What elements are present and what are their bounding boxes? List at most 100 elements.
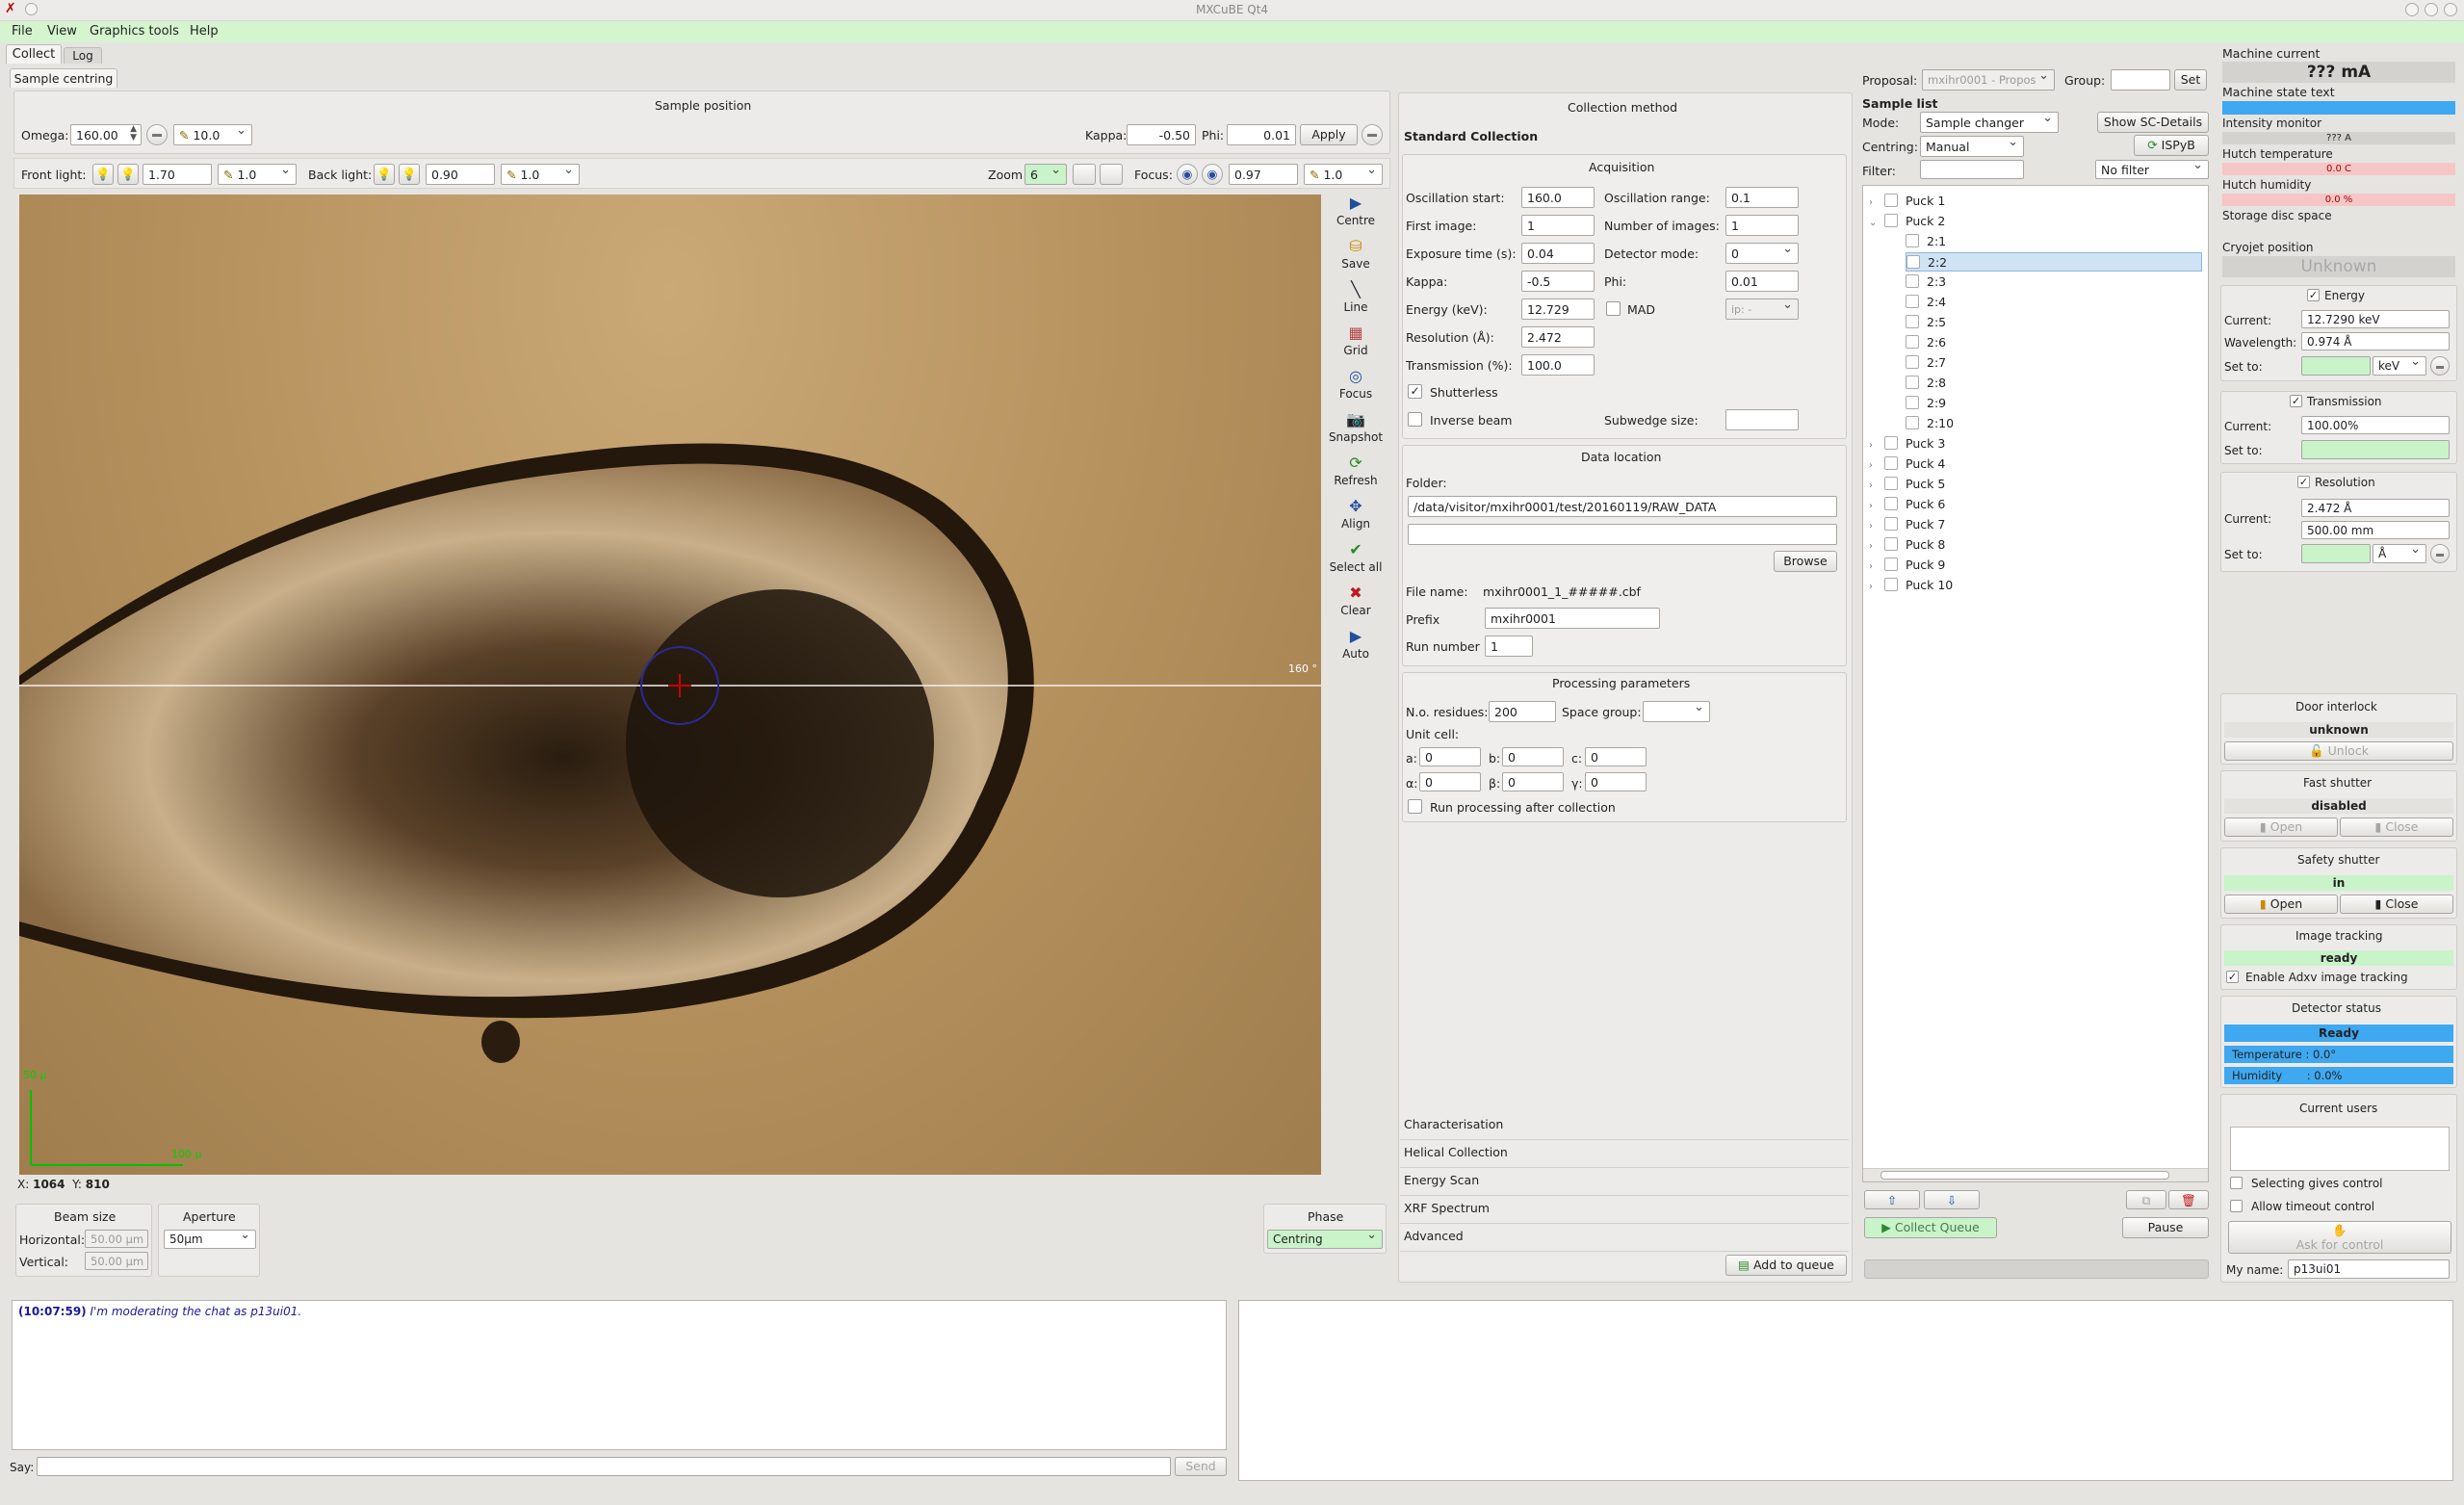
focus-up-button[interactable]: ◉ [1202, 164, 1223, 185]
tree-checkbox[interactable] [1884, 436, 1898, 450]
cell-gamma-input[interactable]: 0 [1585, 772, 1647, 791]
acq-transmission-input[interactable]: 100.0 [1521, 354, 1595, 376]
apply-button[interactable]: Apply [1300, 124, 1358, 145]
tree-row[interactable]: › Puck 5 [1869, 475, 2202, 494]
tree-checkbox[interactable] [1884, 517, 1898, 531]
show-sc-details-button[interactable]: Show SC-Details [2097, 112, 2209, 133]
safety-shutter-open-button[interactable]: ▮ Open [2224, 895, 2338, 914]
expand-arrow-icon[interactable]: › [1869, 578, 1884, 597]
transmission-checkbox[interactable]: ✓ [2290, 395, 2302, 407]
back-light-input[interactable]: 0.90 [426, 164, 495, 185]
trans-set-input[interactable] [2301, 440, 2450, 459]
close-button[interactable] [2444, 3, 2457, 16]
menu-file[interactable]: File [12, 24, 33, 39]
res-set-input[interactable] [2301, 544, 2371, 563]
fast-shutter-close-button[interactable]: ▮ Close [2340, 817, 2453, 837]
zoom-in-button[interactable] [1073, 164, 1096, 185]
omega-stop-button[interactable] [146, 124, 168, 145]
focus-step-select[interactable]: ✎ 1.0 [1304, 164, 1383, 185]
tree-checkbox[interactable] [1884, 477, 1898, 490]
move-up-button[interactable]: ⇧ [1864, 1190, 1920, 1209]
cell-a-input[interactable]: 0 [1419, 747, 1481, 766]
add-to-queue-button[interactable]: ▤ Add to queue [1725, 1255, 1847, 1276]
run-number-input[interactable]: 1 [1485, 636, 1533, 657]
clear-button[interactable]: ✖ Clear [1325, 583, 1387, 625]
front-light-step-select[interactable]: ✎ 1.0 [218, 164, 297, 185]
centring-select[interactable]: Manual [1920, 136, 2024, 157]
fast-shutter-open-button[interactable]: ▮ Open [2224, 817, 2338, 837]
send-button[interactable]: Send [1175, 1457, 1227, 1476]
beam-horizontal-input[interactable]: 50.00 µm [85, 1230, 148, 1248]
tree-row[interactable]: 2:9 [1906, 394, 2202, 413]
timeout-checkbox[interactable] [2230, 1200, 2243, 1212]
mad-select[interactable]: ip: - [1725, 298, 1799, 320]
selecting-checkbox[interactable] [2230, 1177, 2243, 1189]
chat-log[interactable]: (10:07:59) I'm moderating the chat as p1… [12, 1300, 1227, 1450]
method-xrf-spectrum[interactable]: XRF Spectrum [1400, 1197, 1849, 1224]
tree-checkbox[interactable] [1884, 497, 1898, 510]
ispyb-button[interactable]: ⟳ ISPyB [2134, 135, 2209, 156]
menu-graphics-tools[interactable]: Graphics tools [90, 24, 179, 39]
expand-arrow-icon[interactable]: › [1869, 537, 1884, 557]
zoom-select[interactable]: 6 [1025, 164, 1067, 185]
expand-arrow-icon[interactable]: › [1869, 456, 1884, 476]
tree-checkbox[interactable] [1906, 376, 1919, 389]
filter-input[interactable] [1920, 160, 2024, 179]
phase-select[interactable]: Centring [1267, 1230, 1383, 1249]
delete-button[interactable]: 🗑 [2168, 1190, 2209, 1209]
video-view[interactable]: 160 ° 50 µ 100 µ [19, 195, 1321, 1175]
cell-alpha-input[interactable]: 0 [1419, 772, 1481, 791]
tree-row[interactable]: › Puck 8 [1869, 535, 2202, 555]
snapshot-button[interactable]: 📷 Snapshot [1325, 409, 1387, 452]
focus-down-button[interactable]: ◉ [1177, 164, 1198, 185]
tree-checkbox[interactable] [1884, 194, 1898, 207]
folder-extra-input[interactable] [1408, 524, 1837, 545]
run-processing-checkbox[interactable] [1408, 799, 1422, 814]
refresh-button[interactable]: ⟳ Refresh [1325, 453, 1387, 495]
tree-row[interactable]: › Puck 4 [1869, 454, 2202, 474]
residues-input[interactable]: 200 [1489, 701, 1556, 722]
back-light-step-select[interactable]: ✎ 1.0 [501, 164, 580, 185]
cell-c-input[interactable]: 0 [1585, 747, 1647, 766]
tree-checkbox[interactable] [1884, 558, 1898, 571]
resolution-checkbox[interactable]: ✓ [2297, 476, 2310, 488]
tree-scrollbar[interactable] [1863, 1168, 2208, 1181]
omega-step-select[interactable]: ✎ 10.0 [173, 124, 252, 145]
tree-row[interactable]: › Puck 3 [1869, 434, 2202, 454]
exposure-input[interactable]: 0.04 [1521, 243, 1595, 264]
shutterless-checkbox[interactable]: ✓ [1408, 384, 1422, 399]
energy-unit-select[interactable]: keV [2373, 356, 2426, 376]
tree-checkbox[interactable] [1884, 537, 1898, 551]
tree-row[interactable]: 2:1 [1906, 232, 2202, 251]
energy-set-input[interactable] [2301, 356, 2371, 376]
tree-row[interactable]: 2:2 [1906, 252, 2202, 272]
browse-button[interactable]: Browse [1774, 551, 1837, 572]
tree-checkbox[interactable] [1906, 416, 1919, 429]
grid-button[interactable]: ▦ Grid [1325, 323, 1387, 365]
tree-checkbox[interactable] [1884, 456, 1898, 470]
acq-phi-input[interactable]: 0.01 [1725, 271, 1799, 292]
tree-row[interactable]: › Puck 1 [1869, 192, 2202, 211]
subwedge-input[interactable] [1725, 409, 1799, 430]
select-all-button[interactable]: ✔ Select all [1325, 539, 1387, 582]
expand-arrow-icon[interactable]: › [1869, 477, 1884, 496]
expand-arrow-icon[interactable]: › [1869, 194, 1884, 213]
tree-scrollbar-handle[interactable] [1880, 1171, 2169, 1180]
tab-log[interactable]: Log [64, 47, 102, 64]
maximize-button[interactable] [2425, 3, 2438, 16]
acq-resolution-input[interactable]: 2.472 [1521, 326, 1595, 348]
say-input[interactable] [37, 1457, 1171, 1476]
tree-checkbox[interactable] [1906, 396, 1919, 409]
inverse-beam-checkbox[interactable] [1408, 412, 1422, 427]
proposal-select[interactable]: mxihr0001 - Propos [1922, 69, 2055, 91]
focus-input[interactable]: 0.97 [1229, 164, 1298, 185]
tree-checkbox[interactable] [1884, 214, 1898, 227]
tree-row[interactable]: › Puck 7 [1869, 515, 2202, 534]
tree-checkbox[interactable] [1906, 355, 1919, 369]
beam-vertical-input[interactable]: 50.00 µm [85, 1252, 148, 1270]
mode-select[interactable]: Sample changer [1920, 112, 2059, 133]
tree-checkbox[interactable] [1884, 578, 1898, 591]
tree-row[interactable]: 2:4 [1906, 293, 2202, 312]
detector-mode-select[interactable]: 0 [1725, 243, 1799, 264]
line-button[interactable]: ╲ Line [1325, 279, 1387, 322]
